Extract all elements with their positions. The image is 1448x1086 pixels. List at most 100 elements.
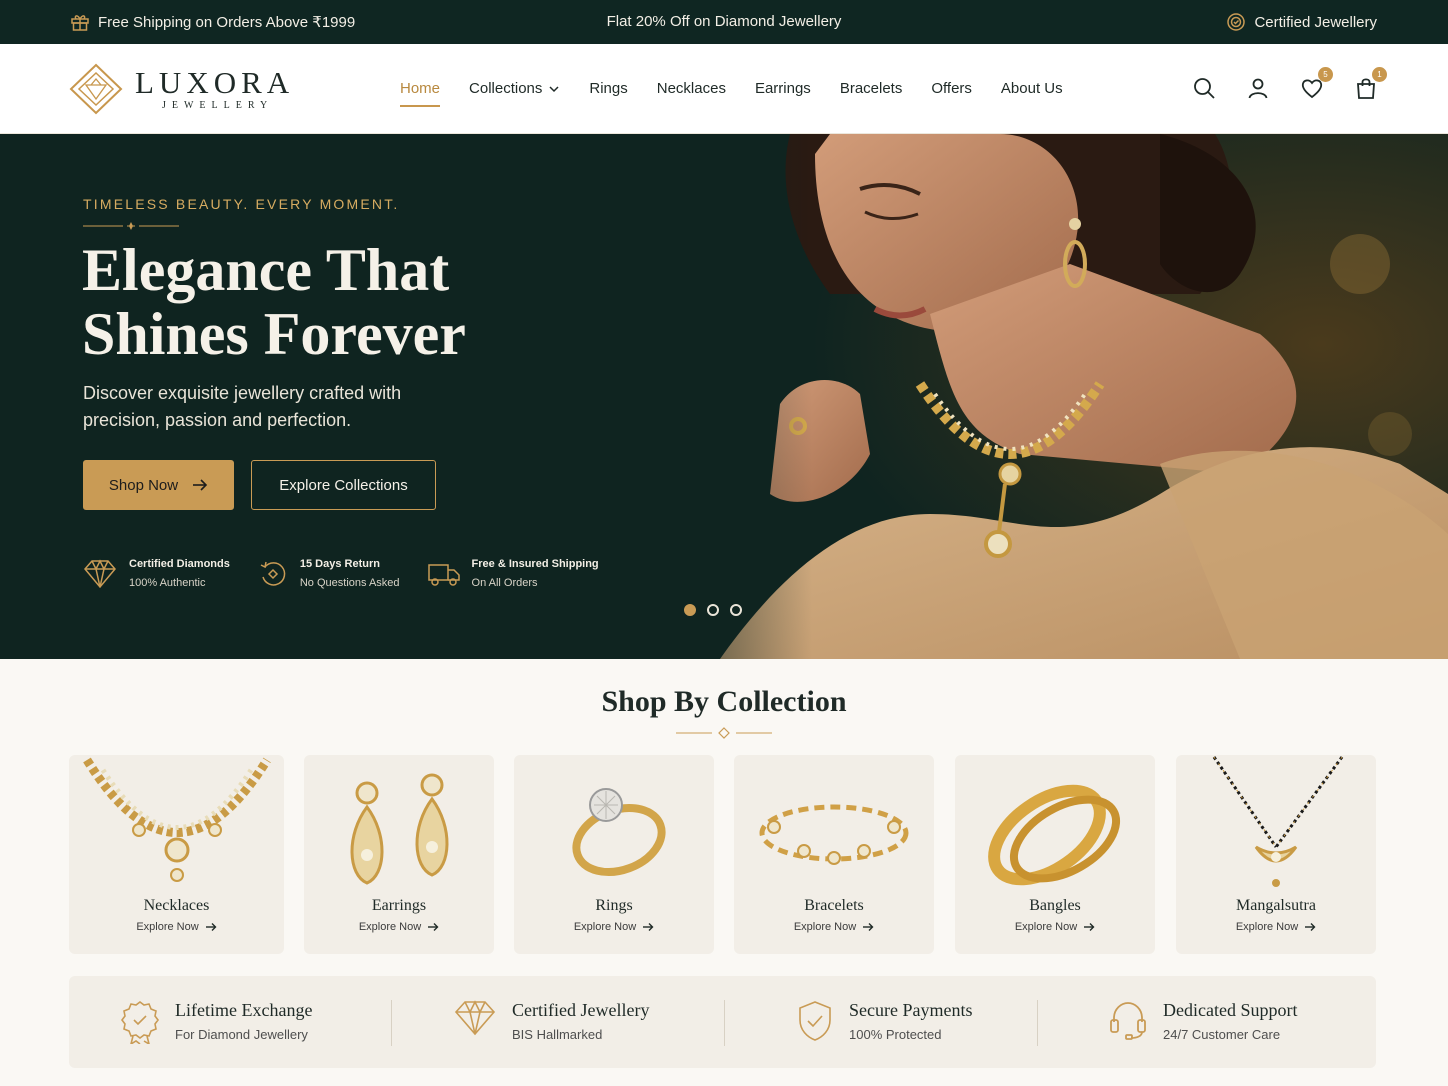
brand-tagline: JEWELLERY [161, 99, 274, 111]
collection-card-bangles[interactable]: Bangles Explore Now [955, 755, 1155, 954]
arrow-right-icon [428, 923, 439, 931]
carousel-dot-1[interactable] [684, 604, 696, 616]
trust-subtitle: BIS Hallmarked [512, 1027, 603, 1042]
ornament-divider [676, 727, 772, 739]
ornament-divider [83, 222, 179, 230]
explore-now-label: Explore Now [573, 921, 637, 933]
nav-necklaces[interactable]: Necklaces [657, 80, 726, 97]
collection-section-title: Shop By Collection [601, 685, 847, 718]
divider [724, 1000, 725, 1046]
feature-subtitle: 100% Authentic [129, 577, 206, 589]
hero-features: Certified Diamonds 100% Authentic 15 Day… [83, 558, 627, 589]
card-title: Rings [595, 897, 633, 914]
feature-shipping: Free & Insured Shipping On All Orders [427, 558, 599, 589]
wishlist-count-badge: 5 [1318, 67, 1333, 82]
explore-now-link[interactable]: Explore Now [514, 921, 714, 933]
diamond-icon [84, 558, 116, 588]
carousel-dot-3[interactable] [730, 604, 742, 616]
nav-collections-label: Collections [469, 80, 543, 97]
collection-card-rings[interactable]: Rings Explore Now [514, 755, 714, 954]
certified-text: Certified Jewellery [1254, 13, 1377, 31]
carousel-dot-2[interactable] [707, 604, 719, 616]
arrow-right-icon [205, 923, 217, 931]
nav-earrings[interactable]: Earrings [755, 80, 811, 97]
arrow-right-icon [193, 479, 208, 491]
search-icon [1194, 78, 1215, 99]
header-actions: 5 1 [1192, 67, 1387, 100]
nav-bracelets[interactable]: Bracelets [840, 80, 903, 97]
collection-card-earrings[interactable]: Earrings Explore Now [304, 755, 494, 954]
hero-title-line2: Shines Forever [82, 301, 466, 367]
mangalsutra-image [1212, 756, 1344, 887]
feature-title: Certified Diamonds [129, 558, 230, 570]
nav-collections[interactable]: Collections [469, 80, 560, 97]
explore-now-label: Explore Now [793, 921, 857, 933]
card-title: Necklaces [143, 897, 210, 914]
explore-now-link[interactable]: Explore Now [734, 921, 934, 933]
arrow-right-icon [863, 923, 874, 931]
explore-now-label: Explore Now [1014, 921, 1078, 933]
explore-now-link[interactable]: Explore Now [304, 921, 494, 933]
nav-home[interactable]: Home [400, 80, 441, 107]
hero-title: Elegance That Shines Forever [82, 238, 602, 366]
trust-bar: Lifetime Exchange For Diamond Jewellery … [69, 976, 1376, 1068]
collection-card-mangalsutra[interactable]: Mangalsutra Explore Now [1176, 755, 1376, 954]
shop-now-button[interactable]: Shop Now [83, 460, 234, 510]
arrow-right-icon [1084, 923, 1095, 931]
user-icon [1248, 78, 1268, 99]
trust-title: Dedicated Support [1163, 1000, 1298, 1020]
search-button[interactable] [1192, 76, 1216, 100]
feature-title: Free & Insured Shipping [471, 558, 599, 570]
collection-card-necklaces[interactable]: Necklaces Explore Now [69, 755, 284, 954]
carousel-dots [684, 604, 742, 616]
account-button[interactable] [1246, 76, 1270, 100]
divider [391, 1000, 392, 1046]
trust-subtitle: For Diamond Jewellery [175, 1027, 308, 1042]
site-header: LUXORA JEWELLERY Home Collections Rings … [0, 44, 1448, 134]
explore-now-link[interactable]: Explore Now [1176, 921, 1376, 933]
divider [1037, 1000, 1038, 1046]
trust-subtitle: 100% Protected [849, 1027, 942, 1042]
trust-subtitle: 24/7 Customer Care [1163, 1027, 1281, 1042]
explore-now-link[interactable]: Explore Now [69, 921, 284, 933]
bangles-image [988, 784, 1121, 886]
bracelet-image [759, 804, 909, 865]
diamond-icon [454, 1000, 496, 1036]
main-nav: Home Collections Rings Necklaces Earring… [400, 80, 1063, 107]
trust-secure-payments: Secure Payments 100% Protected [797, 1000, 972, 1042]
feature-return: 15 Days Return No Questions Asked [258, 558, 400, 589]
feature-subtitle: No Questions Asked [299, 577, 400, 589]
chevron-down-icon [549, 85, 559, 92]
wishlist-button[interactable]: 5 [1300, 67, 1333, 100]
hero-banner: TIMELESS BEAUTY. EVERY MOMENT. Elegance … [0, 134, 1448, 659]
hero-title-line1: Elegance That [82, 237, 450, 303]
ring-image [572, 788, 666, 876]
headset-icon [1110, 1002, 1146, 1040]
trust-title: Certified Jewellery [512, 1000, 650, 1020]
explore-collections-button[interactable]: Explore Collections [251, 460, 436, 510]
cart-count-badge: 1 [1372, 67, 1387, 82]
explore-now-label: Explore Now [358, 921, 422, 933]
collection-card-bracelets[interactable]: Bracelets Explore Now [734, 755, 934, 954]
trust-title: Secure Payments [849, 1000, 973, 1020]
cart-button[interactable]: 1 [1354, 67, 1387, 100]
certified-badge-icon [1227, 13, 1246, 31]
feature-certified-diamonds: Certified Diamonds 100% Authentic [83, 558, 230, 589]
announcement-bar: Free Shipping on Orders Above ₹1999 Flat… [0, 0, 1448, 44]
card-title: Earrings [371, 897, 427, 914]
nav-offers[interactable]: Offers [931, 80, 972, 97]
trust-certified-jewellery: Certified Jewellery BIS Hallmarked [454, 1000, 649, 1042]
explore-now-link[interactable]: Explore Now [955, 921, 1155, 933]
brand-logo[interactable]: LUXORA JEWELLERY [69, 63, 294, 115]
certified-notice: Certified Jewellery [1226, 12, 1377, 32]
card-title: Mangalsutra [1236, 897, 1316, 914]
explore-now-label: Explore Now [1235, 921, 1299, 933]
feature-subtitle: On All Orders [471, 577, 538, 589]
shield-check-icon [799, 1001, 831, 1041]
nav-about-us[interactable]: About Us [1001, 80, 1063, 97]
nav-rings[interactable]: Rings [589, 80, 627, 97]
earrings-image [350, 773, 449, 885]
trust-title: Lifetime Exchange [175, 1000, 313, 1020]
diamond-logo-icon [69, 63, 123, 115]
necklace-image [83, 757, 271, 882]
